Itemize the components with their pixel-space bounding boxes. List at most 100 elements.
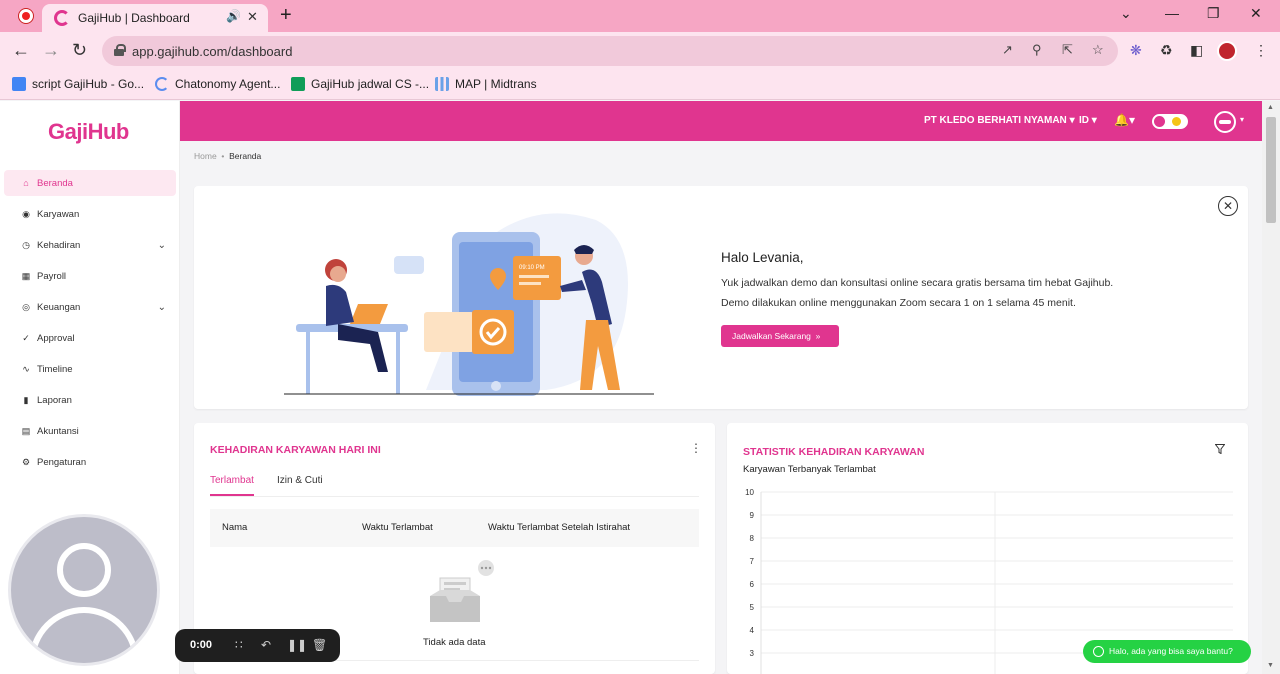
bookmark-item[interactable]: Chatonomy Agent... (155, 77, 280, 91)
tab-close-icon[interactable]: ✕ (247, 9, 258, 25)
sidebar-item-label: Kehadiran (37, 239, 81, 251)
trash-icon[interactable]: 🗑 (312, 638, 327, 652)
whatsapp-chat-button[interactable]: Halo, ada yang bisa saya bantu? (1083, 640, 1251, 663)
statistics-title: STATISTIK KEHADIRAN KARYAWAN (743, 446, 925, 458)
chevron-down-icon: ⌄ (157, 301, 166, 313)
share-icon[interactable]: ⇱ (1062, 42, 1073, 58)
language-selector[interactable]: ID ▾ (1079, 115, 1097, 126)
user-avatar[interactable] (1214, 111, 1236, 133)
bookmark-item[interactable]: MAP | Midtrans (435, 77, 537, 91)
filter-icon[interactable] (1215, 444, 1225, 454)
sidebar-item-payroll[interactable]: ▦ Payroll (4, 263, 176, 289)
sidebar-item-label: Karyawan (37, 208, 80, 220)
banner-greeting: Halo Levania, (721, 250, 804, 265)
bookmark-item[interactable]: script GajiHub - Go... (12, 77, 144, 91)
scroll-down-icon[interactable]: ▼ (1267, 662, 1274, 669)
y-tick-label: 9 (750, 511, 755, 520)
schedule-demo-button[interactable]: Jadwalkan Sekarang » (721, 325, 839, 347)
reload-icon[interactable]: ↻ (72, 40, 87, 60)
sidebar-item-label: Payroll (37, 270, 67, 282)
demo-illustration: 09:10 PM (284, 213, 654, 396)
extension-gear-icon[interactable]: ❋ (1130, 42, 1142, 59)
scrollbar-thumb[interactable] (1266, 117, 1276, 223)
person-body-icon (29, 607, 139, 663)
y-tick-label: 8 (750, 534, 755, 543)
sidebar-item-approval[interactable]: ✓ Approval (4, 325, 176, 351)
chatonomy-icon (155, 77, 169, 91)
double-chevron-right-icon: » (813, 331, 821, 341)
scroll-up-icon[interactable]: ▲ (1267, 104, 1274, 111)
empty-inbox-icon (430, 560, 494, 622)
whatsapp-icon (1093, 646, 1104, 657)
breadcrumb-home[interactable]: Home (194, 151, 217, 161)
attendance-statistics-card: STATISTIK KEHADIRAN KARYAWAN Karyawan Te… (727, 423, 1248, 674)
sidebar-item-akuntansi[interactable]: ▤ Akuntansi (4, 418, 176, 444)
pause-icon[interactable]: ❚❚ (287, 638, 307, 652)
payroll-icon: ▦ (21, 270, 31, 281)
banner-line-2: Demo dilakukan online menggunakan Zoom s… (721, 297, 1076, 309)
address-bar[interactable]: app.gajihub.com/dashboard ↗ ⚲ ⇱ ☆ (102, 36, 1118, 66)
bookmark-star-icon[interactable]: ☆ (1092, 42, 1104, 58)
close-banner-icon[interactable]: ✕ (1218, 196, 1238, 216)
sidebar-item-kehadiran[interactable]: ◷ Kehadiran ⌄ (4, 232, 176, 258)
profile-avatar[interactable] (1217, 41, 1237, 61)
sidebar-item-keuangan[interactable]: ◎ Keuangan ⌄ (4, 294, 176, 320)
sidebar-item-karyawan[interactable]: ◉ Karyawan (4, 201, 176, 227)
more-options-icon[interactable]: ⋮ (690, 441, 702, 455)
sidebar-item-label: Akuntansi (37, 425, 79, 437)
browser-menu-icon[interactable]: ⋮ (1254, 42, 1268, 59)
screen-recorder-bar: 0:00 ∷ ↶ ❚❚ 🗑 (175, 629, 340, 662)
gajihub-logo[interactable]: GajiHub (48, 119, 129, 145)
divider (210, 496, 699, 497)
tab-izin-cuti[interactable]: Izin & Cuti (277, 475, 323, 486)
sidebar-item-beranda[interactable]: ⌂ Beranda (4, 170, 176, 196)
approval-icon: ✓ (22, 332, 30, 343)
theme-toggle[interactable] (1152, 114, 1188, 129)
new-tab-button[interactable]: + (280, 4, 292, 26)
forward-icon[interactable]: → (42, 40, 60, 60)
chevron-down-icon[interactable]: ▾ (1240, 115, 1244, 124)
column-header[interactable]: Waktu Terlambat Setelah Istirahat (488, 522, 630, 533)
sidebar-item-timeline[interactable]: ∿ Timeline (4, 356, 176, 382)
back-icon[interactable]: ← (12, 40, 30, 60)
empty-state-text: Tidak ada data (423, 637, 486, 648)
docs-icon (12, 77, 26, 91)
sidebar-item-label: Keuangan (37, 301, 81, 313)
column-header[interactable]: Nama (222, 522, 247, 533)
extensions-puzzle-icon[interactable]: ♻ (1160, 42, 1173, 59)
sidebar-item-pengaturan[interactable]: ⚙ Pengaturan (4, 449, 176, 475)
sidebar-item-label: Pengaturan (37, 456, 87, 468)
home-icon: ⌂ (23, 178, 29, 188)
tab-search-icon[interactable]: ⌄ (1120, 5, 1132, 22)
bookmarks-bar: script GajiHub - Go... Chatonomy Agent..… (0, 70, 1280, 100)
page-scrollbar[interactable]: ▲ ▼ (1262, 101, 1280, 674)
open-external-icon[interactable]: ↗ (1002, 42, 1013, 58)
bookmark-item[interactable]: GajiHub jadwal CS -... (291, 77, 429, 91)
y-tick-label: 5 (750, 603, 755, 612)
undo-icon[interactable]: ↶ (261, 638, 271, 652)
drag-handle-icon[interactable]: ∷ (235, 638, 243, 652)
url-text[interactable]: app.gajihub.com/dashboard (132, 44, 292, 59)
y-tick-label: 7 (750, 557, 755, 566)
finance-icon: ◎ (22, 301, 30, 312)
notification-bell-icon[interactable]: 🔔▾ (1114, 113, 1135, 127)
webcam-avatar (8, 514, 160, 666)
zoom-icon[interactable]: ⚲ (1032, 42, 1042, 58)
illustration-time: 09:10 PM (519, 265, 545, 271)
browser-toolbar: ← → ↻ app.gajihub.com/dashboard ↗ ⚲ ⇱ ☆ … (0, 32, 1280, 70)
sidebar-item-laporan[interactable]: ▮ Laporan (4, 387, 176, 413)
browser-tab-bar: GajiHub | Dashboard 🔊 ✕ + ⌄ — ❐ ✕ (0, 0, 1280, 32)
sidebar-item-label: Approval (37, 332, 75, 344)
window-close-icon[interactable]: ✕ (1250, 5, 1262, 22)
minimize-icon[interactable]: — (1165, 5, 1179, 21)
side-panel-icon[interactable]: ◧ (1190, 42, 1203, 59)
column-header[interactable]: Waktu Terlambat (362, 522, 433, 533)
tab-terlambat[interactable]: Terlambat (210, 475, 254, 486)
browser-tab[interactable]: GajiHub | Dashboard 🔊 ✕ (42, 4, 268, 32)
audio-playing-icon[interactable]: 🔊 (226, 9, 241, 23)
tab-title: GajiHub | Dashboard (78, 11, 190, 25)
y-tick-label: 6 (750, 580, 755, 589)
sheets-icon (291, 77, 305, 91)
restore-icon[interactable]: ❐ (1207, 5, 1220, 22)
company-selector[interactable]: PT KLEDO BERHATI NYAMAN ▾ (924, 115, 1075, 126)
